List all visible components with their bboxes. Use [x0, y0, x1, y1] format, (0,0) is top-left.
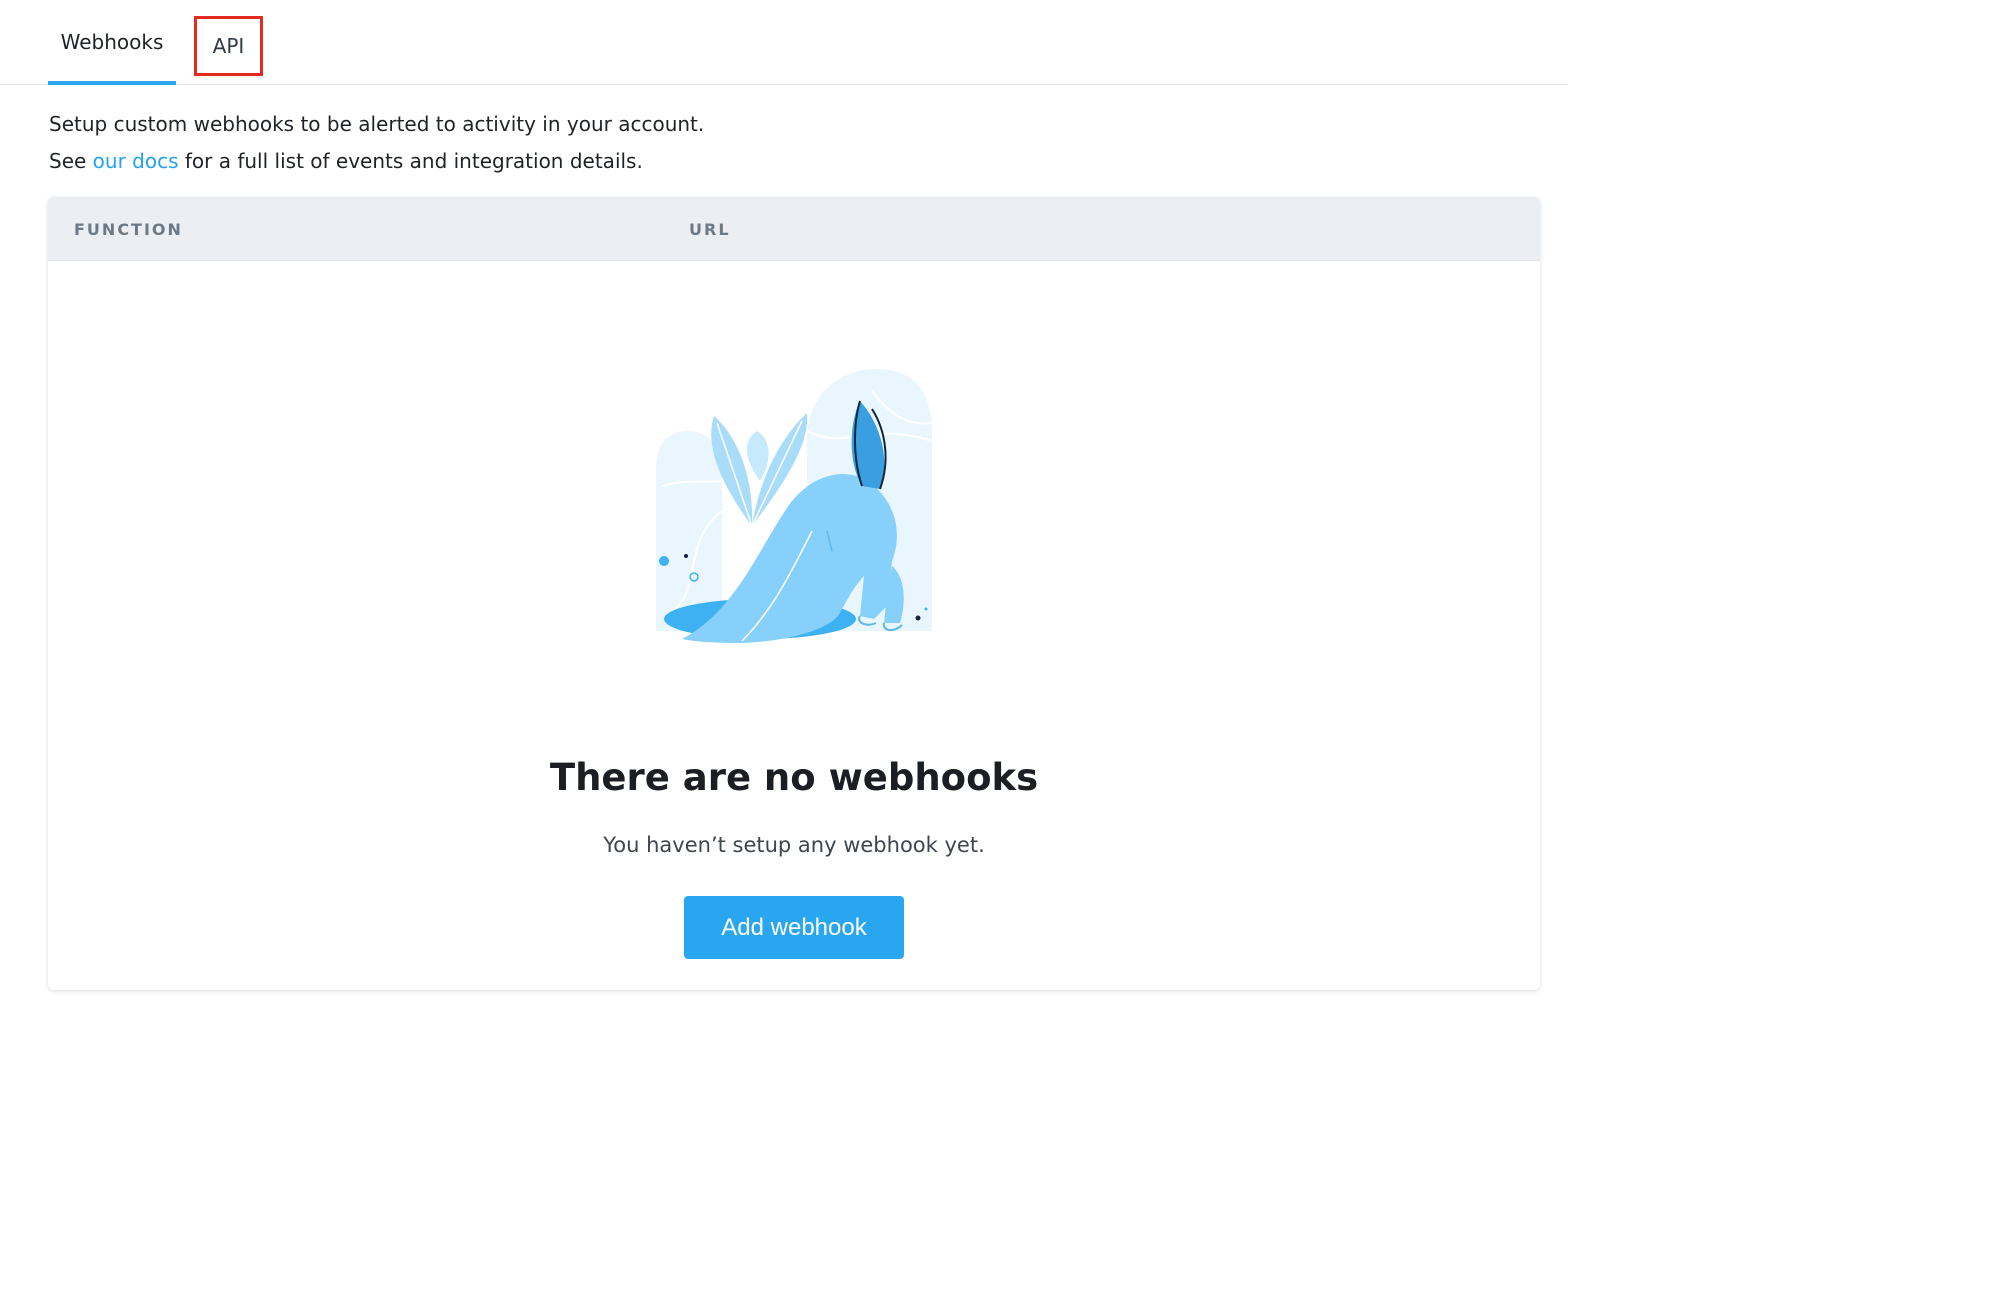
tab-bar: Webhooks API — [0, 0, 1568, 85]
docs-link[interactable]: our docs — [93, 149, 179, 173]
empty-state-title: There are no webhooks — [549, 756, 1039, 799]
webhooks-table-card: FUNCTION URL There are no webhooks You h… — [48, 197, 1540, 990]
empty-state-subtitle: You haven’t setup any webhook yet. — [603, 833, 985, 857]
add-webhook-button[interactable]: Add webhook — [684, 896, 904, 959]
intro-line-2-prefix: See — [49, 149, 93, 173]
intro-line-1: Setup custom webhooks to be alerted to a… — [49, 112, 705, 136]
tab-webhooks[interactable]: Webhooks — [48, 0, 176, 85]
rabbit-illustration — [642, 361, 942, 651]
column-header-function: FUNCTION — [74, 219, 183, 239]
tab-api[interactable]: API — [194, 16, 263, 76]
column-header-url: URL — [689, 219, 731, 239]
intro-line-2-suffix: for a full list of events and integratio… — [178, 149, 643, 173]
intro-text: Setup custom webhooks to be alerted to a… — [49, 106, 704, 180]
table-header: FUNCTION URL — [48, 197, 1540, 261]
intro-line-2: See our docs for a full list of events a… — [49, 143, 704, 180]
